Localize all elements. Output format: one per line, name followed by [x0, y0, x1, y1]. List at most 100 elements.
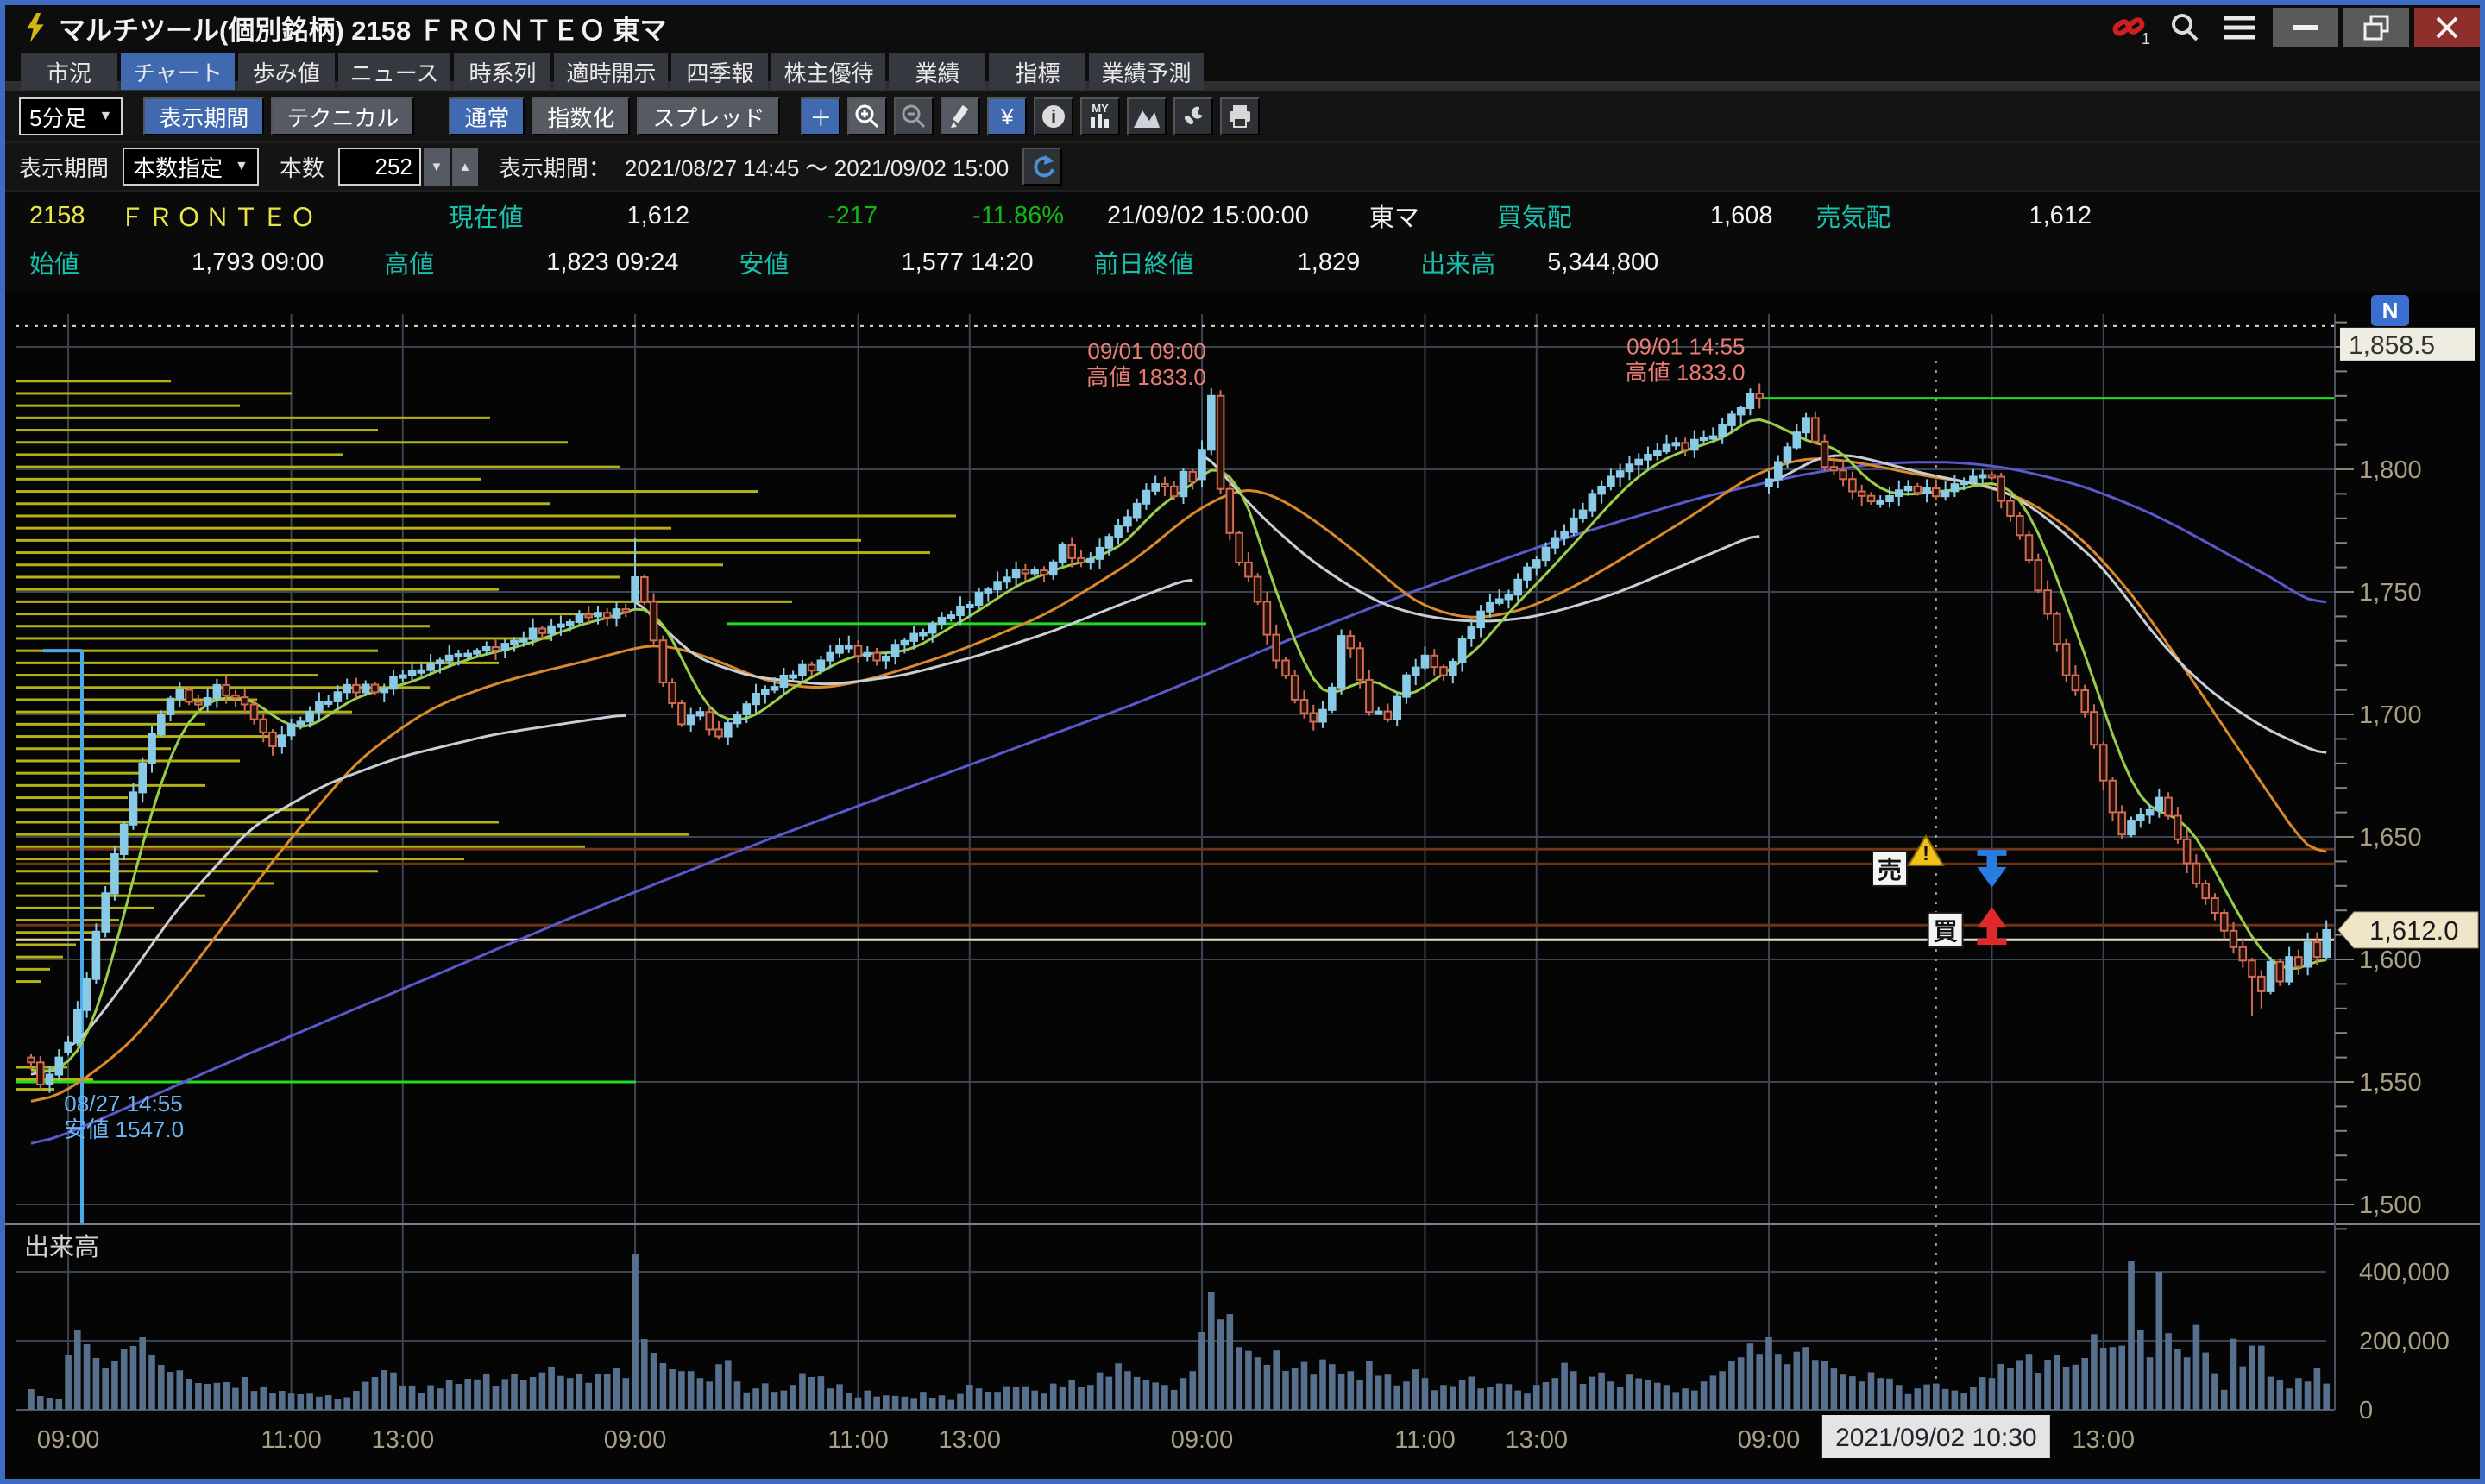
volume-profile-bar	[16, 968, 50, 971]
volume-profile-bar	[16, 453, 343, 456]
print-button[interactable]	[1220, 97, 1260, 135]
svg-text:MY: MY	[1092, 102, 1110, 115]
anno-high-0901-am: 09/01 09:00	[1087, 338, 1205, 364]
volume-profile-bar	[16, 956, 63, 959]
volume-profile-bar	[16, 466, 620, 468]
quote-datetime: 21/09/02 15:00:00	[1107, 202, 1309, 230]
volume-profile-bar	[16, 846, 585, 848]
my-chart-button[interactable]: MY	[1080, 97, 1120, 135]
crosshair-button[interactable]: ＋	[801, 97, 840, 135]
window-title: マルチツール(個別銘柄) 2158 ＦＲＯＮＴＥＯ 東マ	[59, 9, 666, 47]
tab-9[interactable]: 指標	[989, 53, 1085, 90]
tab-7[interactable]: 株主優待	[771, 53, 885, 90]
volume-profile-bar	[16, 747, 171, 750]
anno-low-0827: 08/27 14:55	[64, 1091, 182, 1116]
tab-1[interactable]: チャート	[121, 53, 235, 90]
normal-chart-button[interactable]: 通常	[449, 97, 525, 135]
chart-toolbar: 5分足 ▼ 表示期間 テクニカル 通常 指数化 スプレッド ＋ ¥ i MY	[5, 91, 2480, 143]
volume-profile-bar	[16, 478, 481, 481]
bar-count-input[interactable]: 252	[338, 148, 421, 186]
high-price-label: 1,858.5	[2349, 331, 2435, 360]
time-tooltip: 2021/09/02 10:30	[1835, 1424, 2037, 1452]
reload-button[interactable]	[1022, 148, 1062, 186]
volume-pane-title: 出来高	[24, 1233, 99, 1261]
market-name: 東マ	[1369, 198, 1419, 234]
volume-profile-bar	[16, 796, 128, 799]
tab-10[interactable]: 業績予測	[1089, 53, 1203, 90]
time-axis-label: 09:00	[1171, 1426, 1234, 1454]
volume-profile-bar	[16, 613, 602, 615]
settings-wrench-button[interactable]	[1173, 97, 1213, 135]
volume-profile-bar	[16, 882, 274, 884]
time-axis-label: 11:00	[827, 1426, 888, 1454]
price-axis-label: 1,700	[2359, 701, 2422, 729]
app-window: マルチツール(個別銘柄) 2158 ＦＲＯＮＴＥＯ 東マ 1	[0, 0, 2485, 1484]
minimize-button[interactable]	[2273, 8, 2338, 47]
count-up-stepper[interactable]: ▲	[452, 148, 478, 186]
current-price: 1,612	[627, 202, 690, 230]
volume-profile-bar	[16, 392, 292, 394]
prev-close-value: 1,829	[1298, 248, 1361, 277]
tab-bar: 市況チャート歩み値ニュース時系列適時開示四季報株主優待業績指標業績予測	[5, 50, 2480, 91]
volume-profile-bar	[16, 943, 76, 946]
search-icon[interactable]	[2157, 5, 2212, 50]
menu-icon[interactable]	[2212, 5, 2268, 50]
price-axis-label: 1,500	[2359, 1192, 2422, 1219]
indexed-button[interactable]: 指数化	[532, 97, 630, 135]
price-label: 現在値	[449, 198, 524, 234]
spread-button[interactable]: スプレッド	[637, 97, 780, 135]
tab-5[interactable]: 適時開示	[554, 53, 668, 90]
mountain-chart-button[interactable]	[1127, 97, 1167, 135]
volume-profile-bar	[16, 575, 620, 578]
volume-profile-bar	[16, 821, 499, 823]
volume-profile-bar	[16, 429, 378, 431]
zoom-out-button[interactable]	[894, 97, 934, 135]
high-value: 1,823 09:24	[546, 248, 678, 277]
timeframe-select[interactable]: 5分足 ▼	[19, 97, 123, 135]
period-mode-value: 本数指定	[133, 151, 223, 183]
technical-button[interactable]: テクニカル	[271, 97, 414, 135]
volume-profile-bar	[16, 527, 671, 530]
chevron-down-icon: ▼	[98, 109, 112, 124]
volume-value: 5,344,800	[1547, 248, 1658, 277]
volume-profile-bar	[16, 601, 792, 603]
volume-profile-bar	[16, 980, 41, 983]
volume-profile-bar	[16, 1088, 54, 1091]
tab-8[interactable]: 業績	[889, 53, 985, 90]
link-count: 1	[2142, 30, 2150, 48]
zoom-in-button[interactable]	[847, 97, 887, 135]
volume-profile-bar	[16, 539, 861, 542]
low-value: 1,577 14:20	[901, 248, 1033, 277]
close-button[interactable]	[2414, 8, 2480, 47]
sell-badge-text: 売	[1878, 857, 1902, 883]
volume-profile-bar	[16, 759, 240, 762]
current-price-tag: 1,612.0	[2369, 915, 2458, 946]
count-label: 本数	[280, 151, 324, 183]
display-period-button[interactable]: 表示期間	[143, 97, 264, 135]
timeframe-value: 5分足	[29, 101, 86, 133]
volume-profile-bar	[16, 588, 499, 591]
period-mode-select[interactable]: 本数指定▼	[123, 148, 259, 186]
draw-pencil-button[interactable]	[941, 97, 980, 135]
range-value: 2021/08/27 14:45 ～ 2021/09/02 15:00	[625, 151, 1009, 183]
volume-profile-bar	[16, 674, 318, 676]
tab-0[interactable]: 市況	[21, 53, 117, 90]
link-icon[interactable]: 1	[2102, 5, 2157, 50]
volume-profile-bar	[16, 784, 205, 787]
time-axis-label: 13:00	[1505, 1426, 1568, 1454]
count-down-stepper[interactable]: ▼	[424, 148, 450, 186]
tab-6[interactable]: 四季報	[671, 53, 768, 90]
time-axis-label: 09:00	[604, 1426, 667, 1454]
restore-button[interactable]	[2343, 8, 2409, 47]
stock-code: 2158	[29, 202, 85, 230]
chart-area[interactable]: 出来高1,8501,8001,7501,7001,6501,6001,5501,…	[5, 292, 2480, 1479]
tab-2[interactable]: 歩み値	[238, 53, 335, 90]
yen-button[interactable]: ¥	[987, 97, 1027, 135]
tab-3[interactable]: ニュース	[338, 53, 451, 90]
info-button[interactable]: i	[1034, 97, 1073, 135]
period-toolbar: 表示期間 本数指定▼ 本数 252 ▼ ▲ 表示期間： 2021/08/27 1…	[5, 143, 2480, 192]
range-label: 表示期間：	[499, 151, 611, 183]
tab-4[interactable]: 時系列	[454, 53, 550, 90]
volume-profile-bar	[16, 808, 309, 811]
volume-profile-bar	[16, 417, 490, 419]
